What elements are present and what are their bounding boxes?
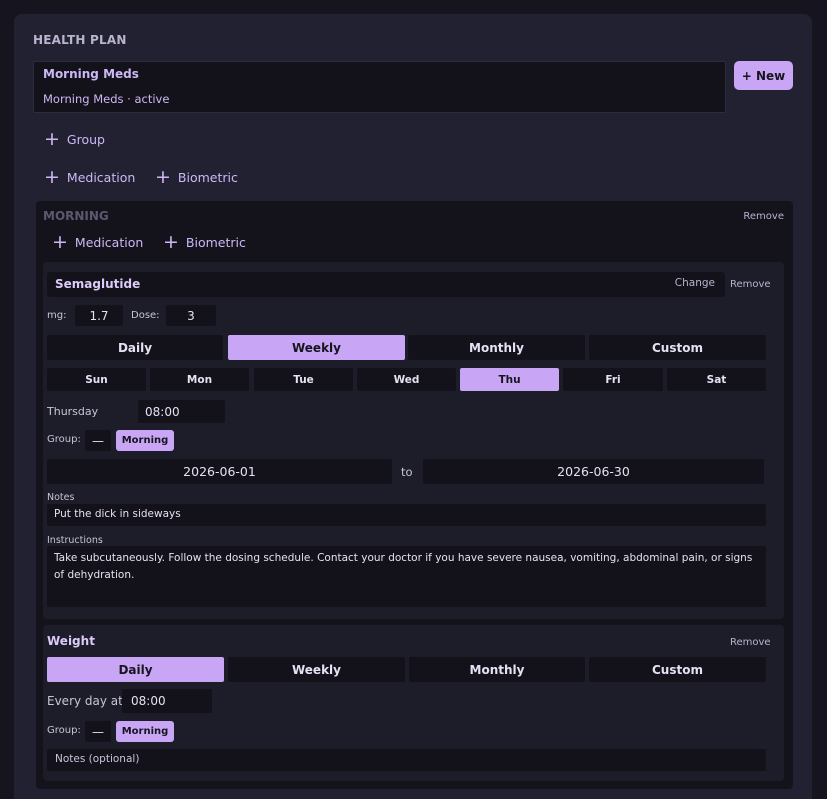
group-name: MORNING (43, 209, 109, 223)
frequency-monthly[interactable]: Monthly (408, 335, 585, 360)
group-morning-pill[interactable]: Morning (116, 430, 174, 451)
medication-name-box: Semaglutide Change (47, 272, 725, 297)
plus-icon: + (44, 166, 60, 188)
mg-input[interactable]: 1.7 (75, 305, 123, 326)
day-wed[interactable]: Wed (357, 368, 456, 391)
dose-label: Dose: (131, 310, 160, 321)
instructions-input[interactable]: Take subcutaneously. Follow the dosing s… (47, 546, 766, 607)
w-group-label: Group: (47, 725, 81, 736)
mg-label: mg: (47, 310, 67, 321)
to-label: to (401, 465, 413, 479)
w-group-morning-pill[interactable]: Morning (116, 721, 174, 742)
w-frequency-weekly[interactable]: Weekly (228, 657, 405, 682)
w-time-label: Every day at (47, 694, 123, 708)
w-frequency-daily[interactable]: Daily (47, 657, 224, 682)
plus-icon: + (155, 166, 171, 188)
plus-icon: + (44, 128, 60, 150)
plan-selector[interactable]: Morning Meds Morning Meds · active (33, 61, 726, 113)
frequency-daily[interactable]: Daily (47, 335, 223, 360)
add-medication-label: Medication (66, 170, 136, 185)
plus-icon: + (163, 231, 179, 253)
add-group-label: Group (66, 132, 105, 147)
w-frequency-custom[interactable]: Custom (589, 657, 766, 682)
notes-input[interactable]: Put the dick in sideways (47, 504, 766, 526)
plus-icon: + (52, 231, 68, 253)
w-time-input[interactable]: 08:00 (122, 689, 212, 713)
group-card-morning: MORNING Remove + Medication + Biometric … (36, 201, 793, 789)
group-label: Group: (47, 434, 81, 445)
frequency-weekly[interactable]: Weekly (228, 335, 405, 360)
day-tue[interactable]: Tue (254, 368, 353, 391)
group-clear-button[interactable]: — (85, 430, 111, 451)
start-date-input[interactable]: 2026-06-01 (47, 459, 392, 484)
add-group-button[interactable]: + Group (44, 130, 105, 149)
group-add-biometric-label: Biometric (185, 235, 246, 250)
add-medication-button[interactable]: + Medication (44, 168, 135, 187)
w-frequency-monthly[interactable]: Monthly (409, 657, 585, 682)
remove-group-button[interactable]: Remove (743, 211, 784, 222)
group-add-medication-button[interactable]: + Medication (52, 233, 143, 252)
w-notes-input[interactable]: Notes (optional) (47, 749, 766, 771)
add-biometric-button[interactable]: + Biometric (155, 168, 238, 187)
w-group-clear-button[interactable]: — (85, 721, 111, 742)
time-label: Thursday (47, 405, 99, 418)
remove-medication-button[interactable]: Remove (730, 279, 771, 290)
day-thu[interactable]: Thu (460, 368, 559, 391)
end-date-input[interactable]: 2026-06-30 (423, 459, 764, 484)
medication-card: Semaglutide Change Remove mg: 1.7 Dose: … (43, 262, 784, 619)
medication-name: Semaglutide (55, 277, 141, 291)
group-add-biometric-button[interactable]: + Biometric (163, 233, 246, 252)
add-biometric-label: Biometric (177, 170, 238, 185)
dose-input[interactable]: 3 (166, 305, 216, 326)
new-plan-button[interactable]: + New (734, 61, 793, 90)
page-title: HEALTH PLAN (33, 33, 127, 47)
health-plan-panel: HEALTH PLAN Morning Meds Morning Meds · … (14, 14, 812, 799)
change-medication-button[interactable]: Change (675, 277, 715, 289)
time-input[interactable]: 08:00 (138, 400, 225, 423)
frequency-custom[interactable]: Custom (589, 335, 766, 360)
day-sun[interactable]: Sun (47, 368, 146, 391)
instructions-label: Instructions (47, 535, 103, 546)
plan-name: Morning Meds (43, 67, 139, 81)
day-sat[interactable]: Sat (667, 368, 766, 391)
remove-biometric-button[interactable]: Remove (730, 637, 771, 648)
plan-status: Morning Meds · active (43, 92, 170, 106)
biometric-name: Weight (47, 634, 95, 648)
day-fri[interactable]: Fri (563, 368, 663, 391)
day-mon[interactable]: Mon (150, 368, 249, 391)
biometric-card-weight: Weight Remove Daily Weekly Monthly Custo… (43, 625, 784, 781)
group-add-medication-label: Medication (74, 235, 144, 250)
notes-label: Notes (47, 492, 75, 503)
